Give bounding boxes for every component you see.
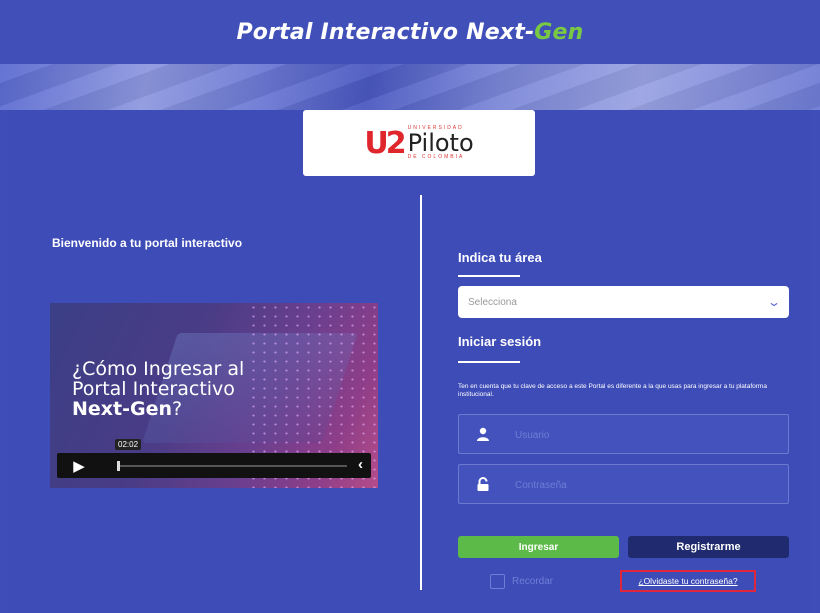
register-button[interactable]: Registrarme [628, 536, 789, 558]
video-title-line1: ¿Cómo Ingresar al [72, 358, 245, 380]
title-t: t- [514, 19, 535, 45]
video-title-rest: ? [172, 398, 183, 420]
chevron-left-icon[interactable]: ‹ [358, 456, 363, 473]
chevron-down-icon: ⌄ [766, 295, 782, 309]
username-field[interactable] [458, 414, 789, 454]
logo-name: Piloto [407, 129, 474, 157]
forgot-password-link[interactable]: ¿Olvidaste tu contraseña? [620, 570, 756, 592]
video-player[interactable]: ¿Cómo Ingresar al Portal Interactivo Nex… [50, 303, 378, 488]
checkbox-box[interactable] [490, 574, 505, 589]
remember-label: Recordar [512, 576, 554, 587]
title-main: Portal Interactivo Ne [236, 19, 500, 45]
username-input[interactable] [513, 425, 777, 445]
video-title-bold: Next-Gen [72, 398, 173, 420]
remember-checkbox[interactable]: Recordar [490, 574, 553, 589]
welcome-text: Bienvenido a tu portal interactivo [52, 236, 243, 250]
title-x: x [499, 19, 515, 45]
video-controls: ▶ 02:02 ‹ [57, 439, 371, 478]
area-underline [458, 275, 520, 277]
login-label: Iniciar sesión [458, 334, 542, 349]
user-icon [459, 415, 507, 453]
video-time: 02:02 [115, 439, 142, 450]
area-label: Indica tu área [458, 250, 542, 265]
logo-mark: U2 [364, 125, 406, 161]
seek-bar[interactable] [117, 465, 347, 467]
title-accent: Gen [534, 19, 584, 45]
area-select[interactable]: Selecciona ⌄ [458, 286, 789, 318]
login-button[interactable]: Ingresar [458, 536, 619, 558]
page-title: Portal Interactivo Next-Gen [236, 20, 583, 45]
play-icon[interactable]: ▶ [57, 453, 101, 478]
area-select-placeholder: Selecciona [468, 296, 517, 308]
header-bar: Portal Interactivo Next-Gen [0, 0, 820, 64]
video-title: ¿Cómo Ingresar al Portal Interactivo Nex… [72, 359, 244, 419]
lock-icon [459, 465, 507, 503]
login-underline [458, 361, 520, 363]
vertical-divider [420, 195, 422, 590]
header-banner-image [0, 64, 820, 110]
password-input[interactable] [513, 475, 777, 495]
video-title-line2: Portal Interactivo [72, 378, 235, 400]
logo-small-bottom: DE COLOMBIA [407, 154, 465, 160]
seek-knob[interactable] [117, 461, 120, 471]
university-logo: U2 UNIVERSIDAD Piloto DE COLOMBIA [303, 110, 535, 176]
notice-text: Ten en cuenta que tu clave de acceso a e… [458, 383, 767, 398]
password-field[interactable] [458, 464, 789, 504]
